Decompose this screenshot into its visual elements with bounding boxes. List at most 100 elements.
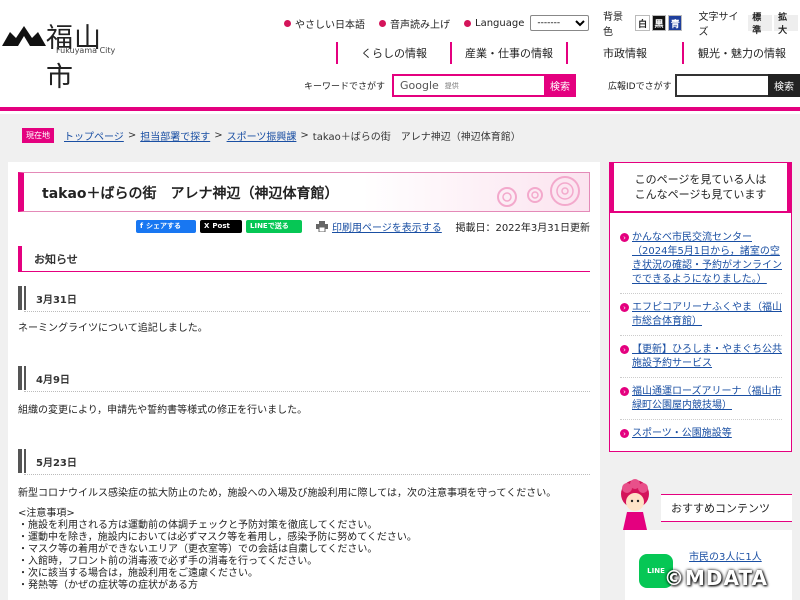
font-standard-button[interactable]: 標準: [748, 13, 773, 36]
note-line: ・施設を利用される方は運動前の体調チェックと予防対策を徹底してください。: [18, 520, 378, 531]
id-search-label: 広報IDでさがす: [608, 82, 672, 92]
update-text: ネーミングライツについて追記しました。: [18, 323, 208, 334]
note-line: ・マスク等の着用ができないエリア（更衣室等）での会話は自粛してください。: [18, 544, 378, 555]
google-label: Google: [400, 79, 439, 92]
arrow-right-icon: ›: [620, 303, 629, 312]
update-date-heading: 3月31日: [18, 286, 590, 312]
breadcrumb-current: takao＋ばらの街 アレナ神辺（神辺体育館）: [312, 132, 521, 143]
breadcrumb-separator: >: [127, 130, 137, 141]
heading-bar: [24, 449, 26, 473]
notes-block: <注意事項> ・施設を利用される方は運動前の体調チェックと予防対策を徹底してくだ…: [18, 508, 417, 592]
print-page-link[interactable]: 印刷用ページを表示する: [332, 219, 442, 234]
notice-heading: お知らせ: [18, 246, 590, 272]
heading-bar: [24, 286, 26, 310]
related-heading-line1: このページを見ている人は: [634, 173, 767, 186]
bg-blue-button[interactable]: 青: [668, 15, 683, 31]
global-nav: くらしの情報 産業・仕事の情報 市政情報 観光・魅力の情報: [336, 42, 800, 64]
mascot-rose-icon: [621, 479, 649, 530]
note-line: ・入館時，フロント前の消毒液で必ず手の消毒を行ってください。: [18, 556, 318, 567]
gnav-living[interactable]: くらしの情報: [336, 42, 450, 64]
bullet-icon: [464, 19, 471, 27]
related-heading-line2: こんなページも見ています: [634, 188, 767, 201]
breadcrumb-band: 現在地 トップページ > 担当部署で探す > スポーツ振興課 > takao＋ば…: [0, 114, 800, 156]
share-row: f シェアする X Post LINEで送る 印刷用ページを表示する 掲載日：2…: [136, 219, 590, 234]
related-pages-list: › かんなべ市民交流センター（2024年5月1日から，諸室の空き状況の確認・予約…: [620, 231, 782, 454]
bullet-icon: [284, 19, 291, 27]
printer-icon: [316, 220, 328, 232]
related-link[interactable]: 福山通運ローズアリーナ（福山市緑町公園屋内競技場）: [632, 386, 782, 411]
arrow-right-icon: ›: [620, 345, 629, 354]
logo-english: Fukuyama City: [56, 46, 116, 55]
line-share-button[interactable]: LINEで送る: [246, 219, 302, 233]
breadcrumb-dept-link[interactable]: 担当部署で探す: [140, 128, 210, 143]
language-select[interactable]: -------: [530, 15, 589, 31]
related-link[interactable]: 【更新】ひろしま・やまぐち公共施設予約サービス: [632, 344, 782, 369]
page-title-box: takao＋ばらの街 アレナ神辺（神辺体育館）: [18, 172, 590, 212]
related-link[interactable]: エフピコアリーナふくやま（福山市総合体育館）: [632, 302, 782, 327]
note-line: ・運動中を除き，施設内においては必ずマスク等を着用し，感染予防に努めてください。: [18, 532, 417, 543]
easy-japanese-label: やさしい日本語: [295, 19, 365, 31]
related-link[interactable]: かんなべ市民交流センター（2024年5月1日から，諸室の空き状況の確認・予約がオ…: [632, 232, 782, 285]
read-aloud-label: 音声読み上げ: [390, 19, 450, 31]
update-date: 3月31日: [36, 294, 77, 306]
update-date: 5月23日: [36, 457, 77, 469]
heading-bar: [24, 366, 26, 390]
related-item: › かんなべ市民交流センター（2024年5月1日から，諸室の空き状況の確認・予約…: [620, 231, 782, 294]
facebook-share-button[interactable]: f シェアする: [136, 219, 196, 233]
recommended-link[interactable]: 市民の3人に1人: [689, 548, 762, 563]
site-logo[interactable]: 福山市 Fukuyama City: [0, 16, 120, 93]
easy-japanese-link[interactable]: やさしい日本語: [284, 16, 365, 31]
read-aloud-link[interactable]: 音声読み上げ: [379, 16, 450, 31]
bg-color-label: 背景色: [603, 12, 623, 38]
rose-decoration-icon: [497, 176, 580, 207]
provided-label: 提供: [444, 81, 459, 90]
id-search-button[interactable]: 検索: [768, 74, 800, 97]
breadcrumb: 現在地 トップページ > 担当部署で探す > スポーツ振興課 > takao＋ば…: [22, 128, 521, 143]
gnav-industry[interactable]: 産業・仕事の情報: [450, 42, 566, 64]
gnav-tourism[interactable]: 観光・魅力の情報: [682, 42, 800, 64]
gnav-city-admin[interactable]: 市政情報: [566, 42, 682, 64]
x-icon: X: [204, 222, 210, 230]
search-row: キーワードでさがす Google 提供 検索 広報IDでさがす 検索: [0, 74, 800, 98]
related-link[interactable]: スポーツ・公園施設等: [632, 428, 732, 439]
related-pages-box: このページを見ている人は こんなページも見ています › かんなべ市民交流センター…: [609, 162, 792, 452]
x-post-button[interactable]: X Post: [200, 219, 242, 233]
breadcrumb-top-link[interactable]: トップページ: [64, 128, 124, 143]
breadcrumb-separator: >: [300, 130, 309, 141]
arrow-right-icon: ›: [620, 233, 629, 242]
utility-bar: やさしい日本語 音声読み上げ Language ------- 背景色 白 黒 …: [284, 12, 800, 38]
arrow-right-icon: ›: [620, 387, 629, 396]
update-date-heading: 5月23日: [18, 449, 590, 475]
logo-mark-icon: [2, 26, 46, 46]
related-item: › 福山通運ローズアリーナ（福山市緑町公園屋内競技場）: [620, 385, 782, 420]
language-label-wrap: Language: [464, 18, 524, 29]
update-date-heading: 4月9日: [18, 366, 590, 392]
bg-black-button[interactable]: 黒: [651, 15, 667, 31]
bg-white-button[interactable]: 白: [635, 15, 650, 31]
related-item: › スポーツ・公園施設等: [620, 427, 782, 447]
facebook-share-label: シェアする: [146, 222, 182, 230]
update-text: 新型コロナウイルス感染症の拡大防止のため，施設への入場及び施設利用に際しては，次…: [18, 488, 557, 499]
x-post-label: Post: [212, 222, 230, 230]
breadcrumb-section-link[interactable]: スポーツ振興課: [227, 128, 297, 143]
related-pages-heading: このページを見ている人は こんなページも見ています: [610, 163, 791, 213]
font-size-label: 文字サイズ: [698, 12, 739, 38]
watermark-text: ©MDATA: [664, 566, 768, 590]
note-line: ・次に該当する場合は，施設利用をご遠慮ください。: [18, 568, 258, 579]
facebook-icon: f: [140, 222, 144, 230]
main-content: takao＋ばらの街 アレナ神辺（神辺体育館） f シェアする X Post L…: [8, 162, 600, 600]
related-item: › エフピコアリーナふくやま（福山市総合体育館）: [620, 301, 782, 336]
recommended-title: おすすめコンテンツ: [661, 494, 792, 522]
bullet-icon: [379, 19, 386, 27]
breadcrumb-separator: >: [214, 130, 223, 141]
keyword-search-label: キーワードでさがす: [304, 82, 386, 92]
page-title: takao＋ばらの街 アレナ神辺（神辺体育館）: [42, 186, 339, 202]
update-date: 4月9日: [36, 374, 70, 386]
id-search-input[interactable]: [675, 74, 768, 97]
keyword-search-button[interactable]: 検索: [544, 74, 576, 97]
keyword-search-input[interactable]: Google 提供: [392, 74, 544, 97]
notes-heading: <注意事項>: [18, 508, 75, 519]
header-divider: [0, 107, 800, 111]
site-header: 福山市 Fukuyama City やさしい日本語 音声読み上げ Languag…: [0, 0, 800, 111]
font-large-button[interactable]: 拡大: [774, 13, 799, 36]
